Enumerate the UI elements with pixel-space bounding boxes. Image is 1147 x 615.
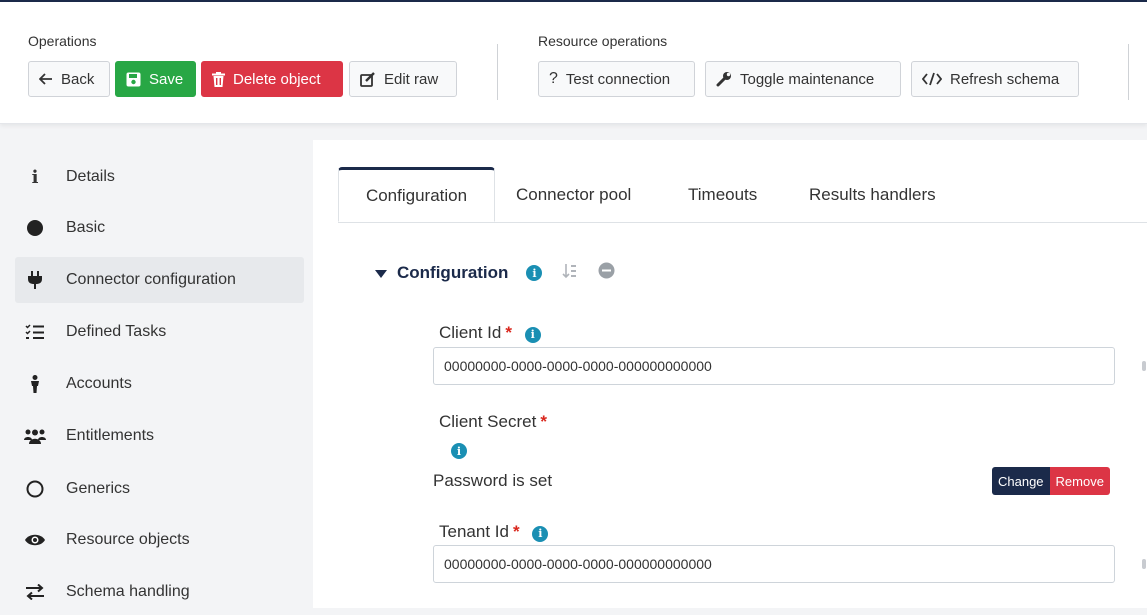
test-connection-button[interactable]: ? Test connection xyxy=(538,61,695,97)
arrow-left-icon xyxy=(39,73,53,85)
sidebar-item-label: Entitlements xyxy=(66,427,155,444)
toolbar-divider-right xyxy=(1128,44,1129,100)
operations-group-label: Operations xyxy=(28,33,97,49)
trash-icon xyxy=(212,71,225,87)
back-label: Back xyxy=(61,70,95,88)
sidebar-item-label: Generics xyxy=(66,480,131,497)
delete-object-label: Delete object xyxy=(233,70,321,88)
required-asterisk: * xyxy=(512,522,520,541)
client-secret-label: Client Secret * xyxy=(439,412,547,432)
tenant-id-label: Tenant Id * i xyxy=(439,522,549,542)
save-button[interactable]: Save xyxy=(115,61,196,97)
refresh-schema-label: Refresh schema xyxy=(950,70,1060,88)
operations-toolbar: Operations Back Save Delete object Edit … xyxy=(0,2,1147,124)
sidebar-item-entitlements[interactable]: Entitlements xyxy=(15,413,304,459)
client-id-value: 00000000-0000-0000-0000-000000000000 xyxy=(444,358,712,374)
plug-icon xyxy=(24,271,46,289)
client-id-label-text: Client Id xyxy=(439,323,502,342)
sidebar: i Details Basic Connector configuration … xyxy=(0,140,313,608)
remove-password-button[interactable]: Remove xyxy=(1049,467,1110,495)
toggle-maintenance-label: Toggle maintenance xyxy=(740,70,875,88)
users-icon xyxy=(24,428,46,444)
tasks-list-icon xyxy=(24,324,46,340)
tab-label: Configuration xyxy=(365,185,468,205)
client-secret-label-text: Client Secret xyxy=(439,412,537,431)
sidebar-item-accounts[interactable]: Accounts xyxy=(15,361,304,407)
sidebar-item-label: Basic xyxy=(66,219,106,236)
info-icon[interactable]: i xyxy=(451,443,467,459)
tab-timeouts[interactable]: Timeouts xyxy=(688,167,757,222)
sidebar-item-label: Connector configuration xyxy=(66,271,236,288)
question-icon: ? xyxy=(549,70,558,87)
save-label: Save xyxy=(149,70,184,88)
tab-configuration[interactable]: Configuration xyxy=(338,167,495,222)
circle-filled-icon xyxy=(24,219,46,237)
toolbar-divider xyxy=(497,44,498,100)
tab-connector-pool[interactable]: Connector pool xyxy=(516,167,631,222)
eye-icon xyxy=(24,533,46,547)
person-icon xyxy=(24,375,46,393)
toggle-maintenance-button[interactable]: Toggle maintenance xyxy=(705,61,901,97)
tab-label: Timeouts xyxy=(688,184,758,204)
tab-label: Results handlers xyxy=(809,184,936,204)
sidebar-item-schema-handling[interactable]: Schema handling xyxy=(15,569,304,615)
password-status: Password is set xyxy=(433,471,553,490)
code-icon xyxy=(922,72,942,86)
tab-label: Connector pool xyxy=(516,184,632,204)
tab-bar: Configuration Connector pool Timeouts Re… xyxy=(338,167,1147,223)
sidebar-item-label: Schema handling xyxy=(66,583,190,600)
password-actions: Change Remove xyxy=(992,467,1110,495)
change-password-button[interactable]: Change xyxy=(992,467,1050,495)
client-id-input[interactable]: 00000000-0000-0000-0000-000000000000 xyxy=(433,347,1115,385)
info-icon[interactable]: i xyxy=(532,525,549,542)
info-icon: i xyxy=(31,166,39,188)
sidebar-item-label: Defined Tasks xyxy=(66,323,167,340)
field-edge-handle xyxy=(1142,361,1146,371)
edit-raw-label: Edit raw xyxy=(384,70,439,88)
tenant-id-value: 00000000-0000-0000-0000-000000000000 xyxy=(444,556,712,572)
main-panel: Configuration Connector pool Timeouts Re… xyxy=(313,140,1147,608)
tenant-id-input[interactable]: 00000000-0000-0000-0000-000000000000 xyxy=(433,545,1115,583)
sidebar-item-label: Resource objects xyxy=(66,531,190,548)
edit-raw-button[interactable]: Edit raw xyxy=(349,61,457,97)
sidebar-item-label: Details xyxy=(66,168,115,185)
sidebar-item-resource-objects[interactable]: Resource objects xyxy=(15,517,304,563)
sort-icon[interactable] xyxy=(562,263,578,284)
field-edge-handle xyxy=(1142,559,1146,569)
info-icon[interactable]: i xyxy=(524,326,541,343)
test-connection-label: Test connection xyxy=(565,70,671,88)
configuration-section-header[interactable]: Configuration i xyxy=(375,262,615,284)
required-asterisk: * xyxy=(540,412,547,431)
resource-operations-group-label: Resource operations xyxy=(538,33,668,49)
info-icon[interactable]: i xyxy=(526,265,543,281)
tenant-id-label-text: Tenant Id xyxy=(439,522,509,541)
edit-icon xyxy=(360,71,376,87)
delete-object-button[interactable]: Delete object xyxy=(201,61,343,97)
exchange-icon xyxy=(24,584,46,600)
client-id-label: Client Id * i xyxy=(439,323,541,343)
sidebar-item-basic[interactable]: Basic xyxy=(15,205,304,251)
sidebar-item-details[interactable]: i Details xyxy=(15,154,304,200)
circle-outline-icon xyxy=(24,480,46,498)
refresh-schema-button[interactable]: Refresh schema xyxy=(911,61,1079,97)
caret-down-icon[interactable] xyxy=(375,263,387,283)
required-asterisk: * xyxy=(505,323,512,342)
back-button[interactable]: Back xyxy=(28,61,110,97)
wrench-icon xyxy=(716,71,732,87)
sidebar-item-label: Accounts xyxy=(66,375,132,392)
sidebar-item-connector-configuration[interactable]: Connector configuration xyxy=(15,257,304,303)
floppy-disk-icon xyxy=(126,72,141,87)
sidebar-item-defined-tasks[interactable]: Defined Tasks xyxy=(15,309,304,355)
tab-results-handlers[interactable]: Results handlers xyxy=(809,167,936,222)
sidebar-item-generics[interactable]: Generics xyxy=(15,466,304,512)
section-title: Configuration xyxy=(397,263,509,282)
minus-circle-icon[interactable] xyxy=(598,262,615,284)
